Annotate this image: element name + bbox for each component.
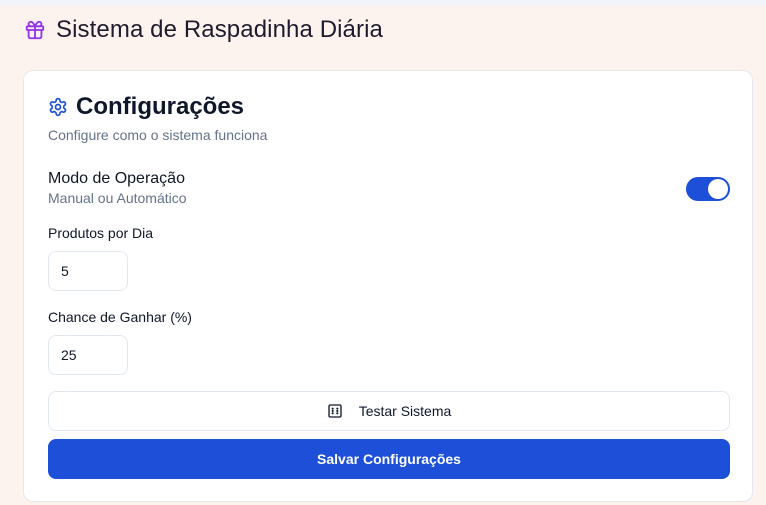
win-chance-label: Chance de Ganhar (%) [48, 309, 192, 325]
gift-icon [24, 19, 46, 41]
win-chance-input[interactable] [48, 335, 128, 375]
mode-toggle[interactable] [686, 177, 730, 201]
page-title: Sistema de Raspadinha Diária [56, 16, 383, 43]
mode-label: Modo de Operação [48, 170, 185, 187]
test-system-button[interactable]: Testar Sistema [48, 391, 730, 431]
save-settings-button[interactable]: Salvar Configurações [48, 439, 730, 479]
dice-icon [327, 403, 343, 419]
test-system-label: Testar Sistema [358, 403, 452, 419]
card-subtitle: Configure como o sistema funciona [48, 127, 268, 143]
products-per-day-input[interactable] [48, 251, 128, 291]
toggle-knob [708, 179, 728, 199]
mode-description: Manual ou Automático [48, 190, 187, 206]
settings-card: Configurações Configure como o sistema f… [23, 70, 753, 502]
top-strip [0, 0, 766, 6]
card-title: Configurações [76, 93, 245, 120]
page-header: Sistema de Raspadinha Diária [24, 14, 383, 46]
products-per-day-label: Produtos por Dia [48, 225, 154, 241]
gear-icon [48, 97, 68, 117]
card-header: Configurações [48, 93, 244, 121]
